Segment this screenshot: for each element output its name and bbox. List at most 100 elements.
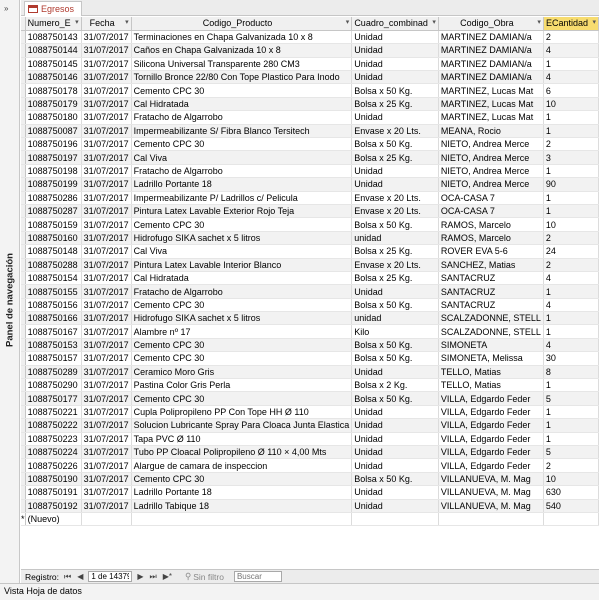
navigation-pane[interactable]: » Panel de navegación [0,0,20,583]
table-cell[interactable]: 1088750179 [25,97,82,112]
table-cell[interactable]: 1088750087 [25,124,82,139]
table-cell[interactable]: unidad [351,231,439,246]
table-cell[interactable]: SCALZADONNE, STELL [438,311,544,326]
table-cell[interactable]: 2 [543,30,599,45]
table-cell[interactable]: 31/07/2017 [81,231,132,246]
table-row[interactable]: 1088750166 31/07/2017 Hidrofugo SIKA sache… [21,311,599,326]
table-row[interactable]: 1088750196 31/07/2017 Cemento CPC 30 Bolsa … [21,137,599,152]
table-cell[interactable]: 31/07/2017 [81,217,132,232]
dropdown-arrow-icon[interactable]: ▾ [125,17,129,29]
table-cell[interactable]: 5 [543,445,599,460]
table-cell[interactable]: 1088750155 [25,284,82,299]
table-cell[interactable]: Envase x 20 Lts. [351,124,439,139]
table-cell[interactable]: 31/07/2017 [81,338,132,353]
table-cell[interactable]: Bolsa x 50 Kg. [351,137,439,152]
table-cell[interactable]: 31/07/2017 [81,391,132,406]
table-row[interactable]: 1088750178 31/07/2017 Cemento CPC 30 Bolsa … [21,83,599,98]
table-cell[interactable]: Cal Viva [131,150,353,165]
search-input[interactable] [233,571,282,582]
table-cell[interactable]: 31/07/2017 [81,298,132,313]
table-cell[interactable] [351,512,439,527]
table-cell[interactable]: 10 [543,97,599,112]
table-row[interactable]: 1088750190 31/07/2017 Cemento CPC 30 Bolsa … [21,472,599,487]
tab-egresos[interactable]: Egresos [24,1,82,16]
table-cell[interactable]: Bolsa x 25 Kg. [351,97,439,112]
table-row[interactable]: 1088750154 31/07/2017 Cal Hidratada Bolsa x… [21,271,599,286]
table-cell[interactable]: SIMONETA, Melissa [438,351,544,366]
table-cell[interactable]: Hidrofugo SIKA sachet x 5 litros [131,231,353,246]
table-row[interactable]: 1088750087 31/07/2017 Impermeabilizante S/… [21,124,599,139]
table-cell[interactable]: NIETO, Andrea Merce [438,164,544,179]
table-cell[interactable]: Unidad [351,30,439,45]
table-cell[interactable]: 1088750144 [25,43,82,58]
table-cell[interactable]: 24 [543,244,599,259]
table-row[interactable]: 1088750287 31/07/2017 Pintura Latex Lavabl… [21,204,599,219]
table-row[interactable]: 1088750153 31/07/2017 Cemento CPC 30 Bolsa … [21,338,599,353]
table-cell[interactable]: VILLANUEVA, M. Mag [438,472,544,487]
current-record-field[interactable] [88,571,133,582]
table-cell[interactable]: VILLA, Edgardo Feder [438,391,544,406]
table-cell[interactable]: Unidad [351,405,439,420]
table-cell[interactable]: VILLA, Edgardo Feder [438,405,544,420]
table-cell[interactable]: MARTINEZ DAMIAN/a [438,70,544,85]
table-cell[interactable]: 1 [543,432,599,447]
table-cell[interactable]: 31/07/2017 [81,244,132,259]
table-cell[interactable]: 4 [543,70,599,85]
table-cell[interactable]: Tornillo Bronce 22/80 Con Tope Plastico … [131,70,353,85]
dropdown-arrow-icon[interactable]: ▾ [537,17,541,29]
table-cell[interactable]: 4 [543,271,599,286]
table-cell[interactable]: 31/07/2017 [81,30,132,45]
table-cell[interactable]: 31/07/2017 [81,405,132,420]
table-cell[interactable]: Unidad [351,445,439,460]
table-cell[interactable]: 31/07/2017 [81,378,132,393]
table-cell[interactable]: 1 [543,405,599,420]
table-cell[interactable]: Caños en Chapa Galvanizada 10 x 8 [131,43,353,58]
table-cell[interactable]: Unidad [351,57,439,72]
table-cell[interactable]: Unidad [351,365,439,380]
table-cell[interactable]: Bolsa x 2 Kg. [351,378,439,393]
table-cell[interactable]: 1 [543,311,599,326]
table-row[interactable]: 1088750177 31/07/2017 Cemento CPC 30 Bolsa … [21,391,599,406]
table-cell[interactable]: 1088750222 [25,418,82,433]
navigation-pane-label[interactable]: Panel de navegación [5,253,16,347]
table-cell[interactable]: 1088750190 [25,472,82,487]
table-cell[interactable]: SCALZADONNE, STELL [438,324,544,339]
table-cell[interactable]: ROVER EVA 5-6 [438,244,544,259]
table-cell[interactable]: 1088750289 [25,365,82,380]
table-cell[interactable]: 31/07/2017 [81,150,132,165]
table-cell[interactable]: 31/07/2017 [81,485,132,500]
table-row[interactable]: 1088750224 31/07/2017 Tubo PP Cloacal Poli… [21,445,599,460]
table-cell[interactable]: 31/07/2017 [81,324,132,339]
table-cell[interactable]: 1088750178 [25,83,82,98]
table-row[interactable]: 1088750179 31/07/2017 Cal Hidratada Bolsa x… [21,97,599,112]
dropdown-arrow-icon[interactable]: ▾ [592,17,596,29]
table-cell[interactable]: 1088750177 [25,391,82,406]
table-cell[interactable]: 1088750198 [25,164,82,179]
table-cell[interactable]: VILLA, Edgardo Feder [438,432,544,447]
table-cell[interactable]: Unidad [351,432,439,447]
table-cell[interactable]: SANTACRUZ [438,298,544,313]
table-cell[interactable]: 31/07/2017 [81,271,132,286]
table-cell[interactable]: Impermeabilizante P/ Ladrillos c/ Pelicu… [131,191,353,205]
table-cell[interactable]: 31/07/2017 [81,351,132,366]
table-cell[interactable]: 31/07/2017 [81,418,132,433]
table-cell[interactable]: 31/07/2017 [81,191,132,205]
table-cell[interactable]: SANTACRUZ [438,284,544,299]
column-header[interactable]: Codigo_Producto ▾ [131,17,353,31]
table-cell[interactable]: 1088750226 [25,458,82,473]
table-cell[interactable]: 4 [543,43,599,58]
table-cell[interactable]: Cemento CPC 30 [131,391,353,406]
table-row[interactable]: 1088750221 31/07/2017 Cupla Polipropileno … [21,405,599,420]
table-cell[interactable]: 1 [543,191,599,205]
table-cell[interactable] [438,512,544,527]
table-cell[interactable]: Unidad [351,177,439,192]
table-cell[interactable]: Envase x 20 Lts. [351,258,439,272]
table-cell[interactable]: TELLO, Matias [438,365,544,380]
table-cell[interactable]: 1088750224 [25,445,82,460]
table-cell[interactable]: Envase x 20 Lts. [351,191,439,205]
table-cell[interactable]: 1088750145 [25,57,82,72]
table-row[interactable]: 1088750155 31/07/2017 Fratacho de Algarrob… [21,284,599,299]
table-cell[interactable]: Cal Hidratada [131,271,353,286]
table-row[interactable]: 1088750198 31/07/2017 Fratacho de Algarrob… [21,164,599,179]
table-cell[interactable]: 1088750159 [25,217,82,232]
